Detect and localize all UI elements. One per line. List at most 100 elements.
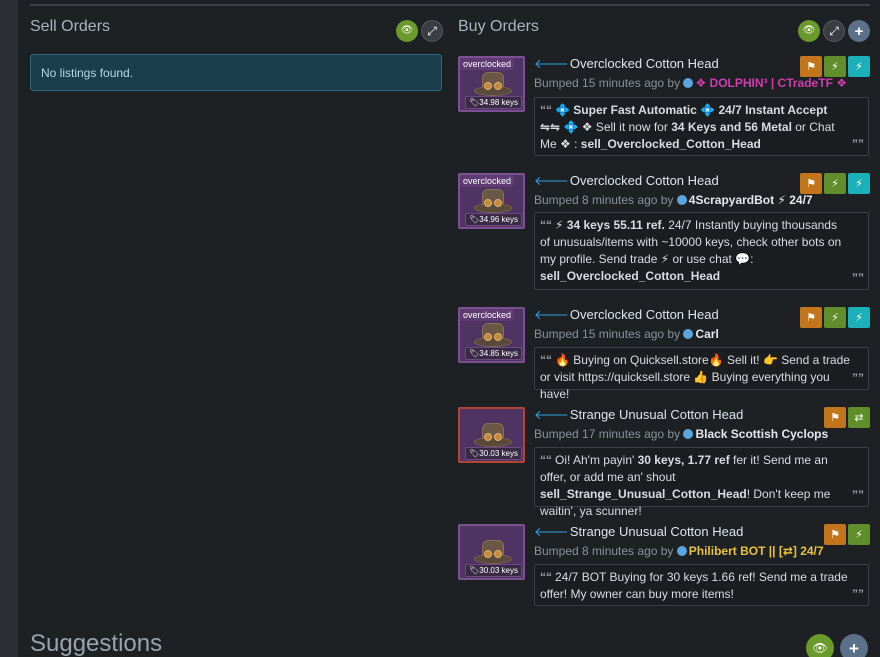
tag-icon: 🏷	[469, 566, 480, 575]
effect-badge: overclocked	[460, 309, 515, 321]
tag-icon: 🏷	[469, 449, 480, 458]
user-link[interactable]: ❖ DOLPHIN³ | CTradeTF ❖	[695, 76, 847, 90]
bump-info: Bumped 15 minutes ago by ❖ DOLPHIN³ | CT…	[534, 76, 847, 90]
status-dot-icon	[683, 329, 694, 339]
user-link[interactable]: Philibert BOT || [⇄] 24/7	[689, 544, 824, 558]
tag-icon: 🏷	[469, 349, 480, 358]
flag-icon: ⚑	[806, 312, 816, 324]
quick-trade-button[interactable]: ⚡	[848, 307, 870, 328]
status-dot-icon	[683, 429, 694, 439]
item-name-link[interactable]: 🡐Strange Unusual Cotton Head	[534, 524, 743, 540]
sell-orders-title: Sell Orders	[30, 18, 111, 35]
listing-actions: ⚑ ⚡ ⚡	[800, 56, 870, 77]
flag-icon: ⚑	[830, 412, 840, 424]
price-tag: 🏷34.96 keys	[465, 213, 522, 226]
listing-actions: ⚑ ⇄	[824, 407, 870, 428]
sell-expand-button[interactable]: ⤢	[421, 20, 443, 42]
status-dot-icon	[676, 195, 687, 205]
report-button[interactable]: ⚑	[824, 407, 846, 428]
arrow-left-icon: 🡐	[534, 56, 569, 71]
instant-trade-button[interactable]: ⚡	[824, 307, 846, 328]
eye-icon: 👁	[400, 25, 414, 36]
sell-toggle-visibility-button[interactable]: 👁	[396, 20, 418, 42]
item-thumbnail[interactable]: 🏷30.03 keys	[458, 524, 525, 580]
quote-close-icon: ””	[852, 371, 864, 385]
listing-comment: ““ 24/7 BOT Buying for 30 keys 1.66 ref! …	[534, 564, 869, 606]
user-link[interactable]: Carl	[695, 327, 718, 341]
bolt-icon: ⚡	[831, 178, 839, 190]
quote-open-icon: ““	[540, 453, 552, 467]
buy-add-button[interactable]: +	[848, 20, 870, 42]
trade-offer-button[interactable]: ⇄	[848, 407, 870, 428]
listing-actions: ⚑ ⚡ ⚡	[800, 173, 870, 194]
listing-actions: ⚑ ⚡ ⚡	[800, 307, 870, 328]
listing-comment: ““ 💠 Super Fast Automatic 💠 24/7 Instant …	[534, 97, 869, 156]
eye-icon: 👁	[812, 641, 828, 655]
arrow-left-icon: 🡐	[534, 307, 569, 322]
flag-icon: ⚑	[806, 178, 816, 190]
arrow-left-icon: 🡐	[534, 524, 569, 539]
plus-icon: +	[849, 638, 859, 657]
price-tag: 🏷30.03 keys	[465, 447, 522, 460]
item-name-link[interactable]: 🡐Overclocked Cotton Head	[534, 173, 719, 189]
quote-close-icon: ””	[852, 271, 864, 285]
bolt-icon: ⚡	[855, 529, 863, 541]
quick-trade-button[interactable]: ⚡	[848, 56, 870, 77]
quick-trade-button[interactable]: ⚡	[848, 173, 870, 194]
left-gutter	[0, 0, 18, 657]
listing-comment: ““ Oi! Ah'm payin' 30 keys, 1.77 ref fer …	[534, 447, 869, 518]
instant-trade-button[interactable]: ⚡	[848, 524, 870, 545]
bump-info: Bumped 8 minutes ago by 4ScrapyardBot ⚡ …	[534, 193, 813, 207]
listing-item: overclocked 🏷34.98 keys 🡐Overclocked Cot…	[458, 56, 870, 158]
bump-info: Bumped 8 minutes ago by Philibert BOT ||…	[534, 544, 824, 558]
listing-actions: ⚑ ⚡	[824, 524, 870, 545]
bolt-icon: ⚡	[855, 61, 863, 73]
quote-open-icon: ““	[540, 218, 552, 232]
listing-item: overclocked 🏷34.85 keys 🡐Overclocked Cot…	[458, 307, 870, 401]
arrow-left-icon: 🡐	[534, 173, 569, 188]
quote-close-icon: ””	[852, 488, 864, 502]
item-name-link[interactable]: 🡐Overclocked Cotton Head	[534, 56, 719, 72]
bolt-icon: ⚡	[855, 312, 863, 324]
status-dot-icon	[676, 546, 687, 556]
listing-comment: ““ 🔥 Buying on Quicksell.store🔥 Sell it! …	[534, 347, 869, 401]
price-tag: 🏷34.98 keys	[465, 96, 522, 109]
price-tag: 🏷30.03 keys	[465, 564, 522, 577]
buy-toggle-visibility-button[interactable]: 👁	[798, 20, 820, 42]
eye-icon: 👁	[802, 25, 816, 36]
status-dot-icon	[683, 78, 694, 88]
top-divider	[30, 4, 870, 6]
no-listings-alert: No listings found.	[30, 54, 442, 91]
buy-expand-button[interactable]: ⤢	[823, 20, 845, 42]
instant-trade-button[interactable]: ⚡	[824, 173, 846, 194]
item-thumbnail[interactable]: 🏷30.03 keys	[458, 407, 525, 463]
item-name-link[interactable]: 🡐Overclocked Cotton Head	[534, 307, 719, 323]
user-link[interactable]: 4ScrapyardBot ⚡ 24/7	[689, 193, 813, 207]
effect-badge: overclocked	[460, 175, 515, 187]
plus-icon: +	[854, 22, 864, 40]
item-thumbnail[interactable]: overclocked 🏷34.96 keys	[458, 173, 525, 229]
quote-open-icon: ““	[540, 103, 552, 117]
buy-orders-title: Buy Orders	[458, 18, 539, 35]
item-thumbnail[interactable]: overclocked 🏷34.98 keys	[458, 56, 525, 112]
item-name-link[interactable]: 🡐Strange Unusual Cotton Head	[534, 407, 743, 423]
flag-icon: ⚑	[830, 529, 840, 541]
bump-info: Bumped 15 minutes ago by Carl	[534, 327, 719, 341]
expand-icon: ⤢	[427, 24, 437, 38]
suggestions-toggle-visibility-button[interactable]: 👁	[806, 634, 834, 657]
report-button[interactable]: ⚑	[824, 524, 846, 545]
bolt-icon: ⚡	[855, 178, 863, 190]
listing-item: 🏷30.03 keys 🡐Strange Unusual Cotton Head…	[458, 407, 870, 518]
instant-trade-button[interactable]: ⚡	[824, 56, 846, 77]
report-button[interactable]: ⚑	[800, 56, 822, 77]
bolt-icon: ⚡	[831, 312, 839, 324]
user-link[interactable]: Black Scottish Cyclops	[695, 427, 828, 441]
listing-comment: ““ ⚡ 34 keys 55.11 ref. 24/7 Instantly bu…	[534, 212, 869, 290]
report-button[interactable]: ⚑	[800, 307, 822, 328]
item-thumbnail[interactable]: overclocked 🏷34.85 keys	[458, 307, 525, 363]
expand-icon: ⤢	[829, 24, 839, 38]
report-button[interactable]: ⚑	[800, 173, 822, 194]
bump-info: Bumped 17 minutes ago by Black Scottish …	[534, 427, 829, 441]
suggestions-add-button[interactable]: +	[840, 634, 868, 657]
effect-badge: overclocked	[460, 58, 515, 70]
